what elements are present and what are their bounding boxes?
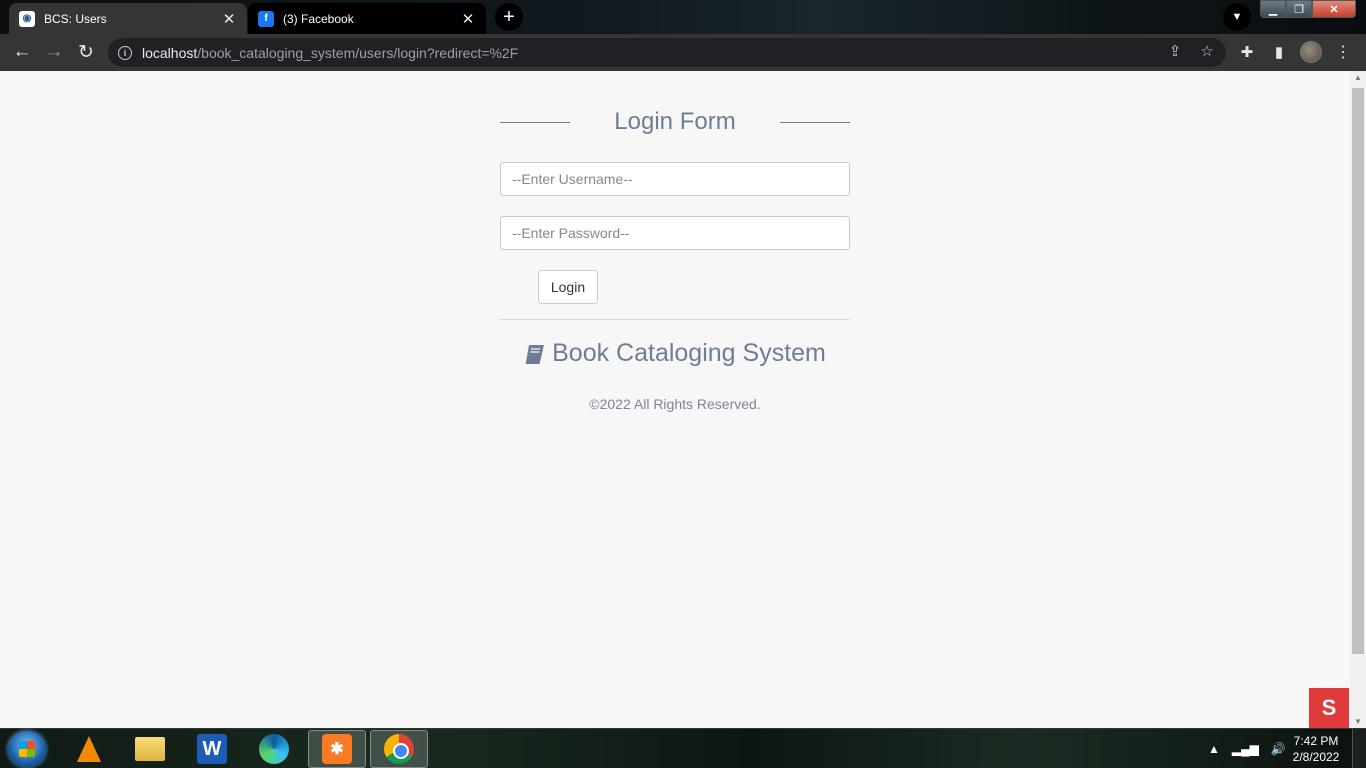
login-button[interactable]: Login: [538, 270, 598, 304]
close-tab-icon[interactable]: ✕: [221, 10, 237, 28]
maximize-button[interactable]: ❐: [1286, 0, 1312, 18]
menu-kebab-icon[interactable]: ⋮: [1332, 38, 1354, 66]
taskbar-chrome[interactable]: [370, 730, 428, 768]
browser-tabstrip: ◉ BCS: Users ✕ f (3) Facebook ✕ + ▼ ▁ ❐ …: [0, 0, 1366, 34]
brand-title: Book Cataloging System: [500, 339, 850, 368]
edge-icon: [259, 734, 289, 764]
extensions-puzzle-icon[interactable]: ✚: [1236, 38, 1258, 66]
close-tab-icon[interactable]: ✕: [460, 10, 476, 28]
arrow-right-icon: →: [44, 41, 64, 62]
tab-title: (3) Facebook: [283, 11, 354, 26]
username-input[interactable]: [500, 162, 850, 196]
scroll-up-arrow-icon[interactable]: ▲: [1354, 73, 1362, 82]
taskbar-clock[interactable]: 7:42 PM 2/8/2022: [1286, 733, 1346, 765]
back-button[interactable]: ←: [8, 38, 36, 66]
chevron-down-icon: ▼: [1231, 11, 1243, 23]
share-icon[interactable]: ⇪: [1166, 42, 1184, 60]
new-tab-button[interactable]: +: [495, 3, 523, 31]
window-controls: ▁ ❐ ✕: [1260, 0, 1356, 18]
brand-name: Book Cataloging System: [552, 339, 826, 367]
reload-button[interactable]: ↻: [72, 38, 100, 66]
forward-button[interactable]: →: [40, 38, 68, 66]
bookmark-star-icon[interactable]: ☆: [1198, 42, 1216, 60]
clock-date: 2/8/2022: [1292, 750, 1340, 764]
copyright-text: ©2022 All Rights Reserved.: [589, 396, 761, 412]
side-panel-icon[interactable]: ▮: [1268, 38, 1290, 66]
taskbar-edge[interactable]: [245, 730, 303, 768]
password-input[interactable]: [500, 216, 850, 250]
floating-widget-icon[interactable]: S: [1309, 688, 1349, 728]
xampp-icon: ✱: [322, 734, 352, 764]
url-host: localhost: [142, 44, 198, 61]
chrome-icon: [384, 734, 414, 764]
volume-icon[interactable]: 🔊: [1271, 742, 1286, 756]
tray-expand-icon[interactable]: ▲: [1208, 742, 1220, 756]
book-icon: [525, 344, 545, 364]
vertical-scrollbar[interactable]: ▲ ▼: [1350, 71, 1366, 728]
taskbar-word[interactable]: W: [183, 730, 241, 768]
profile-avatar[interactable]: [1300, 41, 1322, 63]
system-tray: ▲ ▂▄▆ 🔊: [1208, 729, 1286, 768]
tab-bcs-users[interactable]: ◉ BCS: Users ✕: [9, 3, 247, 34]
network-signal-icon[interactable]: ▂▄▆: [1232, 742, 1259, 756]
tab-title: BCS: Users: [44, 11, 107, 26]
tab-search-button[interactable]: ▼: [1223, 3, 1251, 31]
form-divider: [500, 319, 850, 320]
url-path: /book_cataloging_system/users/login?redi…: [197, 44, 519, 61]
address-bar[interactable]: i localhost/book_cataloging_system/users…: [108, 38, 1226, 67]
minimize-button[interactable]: ▁: [1260, 0, 1286, 18]
taskbar-vlc[interactable]: [60, 730, 118, 768]
clock-time: 7:42 PM: [1293, 734, 1339, 748]
url-text: localhost/book_cataloging_system/users/l…: [142, 45, 518, 61]
arrow-left-icon: ←: [12, 41, 32, 62]
windows-logo-icon: [19, 741, 35, 757]
facebook-icon: f: [258, 10, 274, 27]
bcs-favicon-icon: ◉: [19, 10, 35, 27]
word-icon: W: [197, 734, 227, 764]
vlc-icon: [77, 736, 101, 762]
login-heading-row: Login Form: [500, 106, 850, 140]
start-button[interactable]: [8, 731, 46, 767]
taskbar-file-explorer[interactable]: [121, 730, 179, 768]
close-window-button[interactable]: ✕: [1312, 0, 1356, 18]
taskbar-xampp[interactable]: ✱: [308, 730, 366, 768]
reload-icon: ↻: [78, 41, 94, 63]
scroll-thumb[interactable]: [1352, 88, 1364, 654]
heading-divider-right: [780, 122, 850, 123]
browser-toolbar: ← → ↻ i localhost/book_cataloging_system…: [0, 34, 1366, 71]
show-desktop-button[interactable]: [1352, 729, 1366, 768]
tab-facebook[interactable]: f (3) Facebook ✕: [248, 3, 486, 34]
folder-icon: [135, 737, 165, 761]
scroll-down-arrow-icon[interactable]: ▼: [1354, 717, 1362, 726]
info-icon[interactable]: i: [118, 45, 132, 60]
windows-taskbar: W ✱ ▲ ▂▄▆ 🔊 7:42 PM 2/8/2022: [0, 728, 1366, 768]
login-form: Login Form Login Book Cataloging System …: [500, 106, 850, 412]
